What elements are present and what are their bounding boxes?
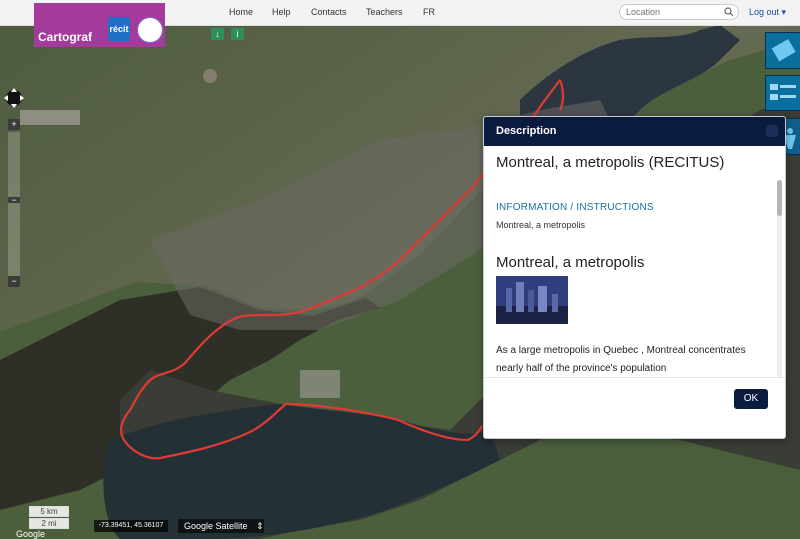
modal-body[interactable]: Montreal, a metropolis (RECITUS) INFORMA… — [484, 146, 785, 377]
logout-button[interactable]: Log out ▾ — [749, 7, 786, 18]
info-instructions-link[interactable]: INFORMATION / INSTRUCTIONS — [496, 202, 654, 213]
brand-name: Cartograf — [38, 30, 93, 44]
legend-icon[interactable] — [765, 75, 800, 111]
chevron-updown-icon: ⇕ — [256, 521, 264, 531]
description-modal: Description Montreal, a metropolis (RECI… — [483, 116, 786, 439]
download-icon[interactable]: ↓ — [211, 28, 224, 40]
layers-icon[interactable] — [765, 32, 800, 69]
description-text: As a large metropolis in Quebec , Montre… — [496, 345, 746, 374]
nav-language[interactable]: FR — [423, 7, 435, 17]
section-title: Montreal, a metropolis — [496, 254, 645, 271]
coordinate-readout: -73.39451, 45.36107 — [94, 520, 168, 532]
modal-footer: OK — [484, 377, 785, 438]
search-input[interactable] — [626, 6, 716, 17]
pan-icon[interactable] — [2, 86, 26, 110]
scale-km: 5 km — [29, 506, 69, 517]
scrollbar-thumb[interactable] — [777, 180, 782, 216]
base-layer-select[interactable]: Google Satellite ⇕ — [178, 519, 264, 533]
zoom-level-handle[interactable]: − — [8, 196, 20, 205]
ok-button[interactable]: OK — [734, 389, 768, 409]
close-icon[interactable] — [766, 125, 778, 137]
google-attribution: Google — [16, 529, 46, 539]
base-layer-label: Google Satellite — [184, 521, 248, 531]
nav-home[interactable]: Home — [229, 7, 253, 17]
modal-header: Description — [484, 117, 785, 146]
modal-heading: Montreal, a metropolis (RECITUS) — [496, 154, 725, 171]
seal-icon — [137, 17, 163, 43]
top-nav-bar: Cartograf récit Home Help Contacts Teach… — [0, 0, 800, 47]
zoom-in-icon[interactable]: + — [8, 119, 20, 130]
nav-help[interactable]: Help — [272, 7, 291, 17]
person-icon[interactable]: i — [231, 28, 244, 40]
info-text: Montreal, a metropolis — [496, 220, 586, 230]
location-search[interactable] — [619, 4, 739, 20]
search-icon[interactable] — [724, 7, 734, 17]
brand-logo[interactable]: Cartograf récit — [34, 3, 165, 47]
montreal-skyline-image[interactable] — [496, 276, 568, 324]
nav-teachers[interactable]: Teachers — [366, 7, 403, 17]
nav-contacts[interactable]: Contacts — [311, 7, 347, 17]
scale-mi: 2 mi — [29, 518, 69, 529]
zoom-out-icon[interactable]: − — [8, 276, 20, 287]
recit-logo: récit — [108, 17, 130, 41]
modal-title: Description — [496, 125, 557, 137]
